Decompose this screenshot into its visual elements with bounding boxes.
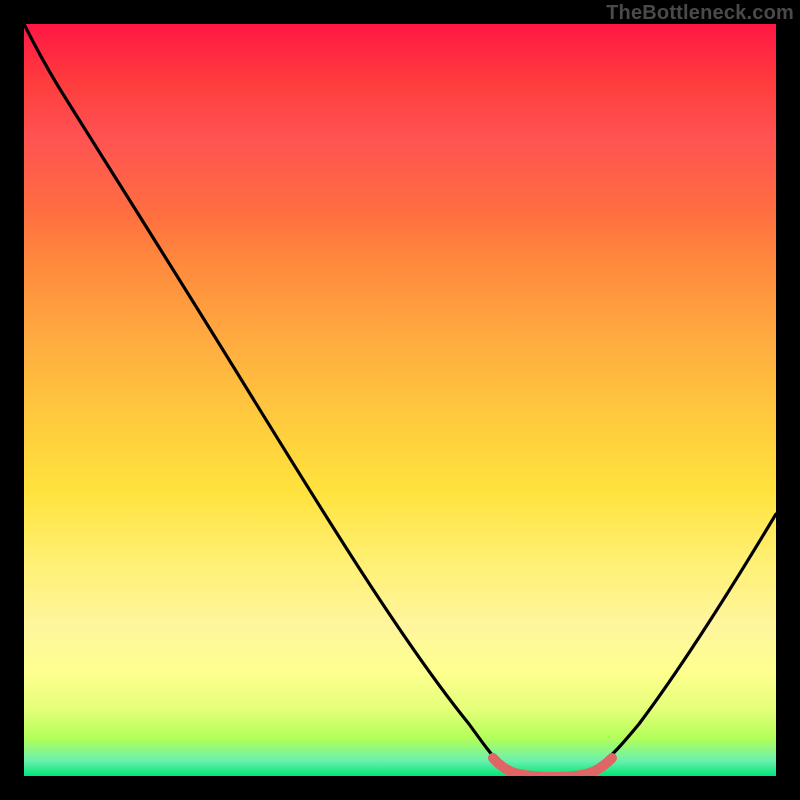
plot-area xyxy=(24,24,776,776)
highlight-segment xyxy=(493,758,612,776)
watermark-text: TheBottleneck.com xyxy=(606,2,794,25)
curve-layer xyxy=(24,24,776,776)
bottleneck-curve-path xyxy=(24,24,776,775)
chart-container: TheBottleneck.com xyxy=(0,0,800,800)
